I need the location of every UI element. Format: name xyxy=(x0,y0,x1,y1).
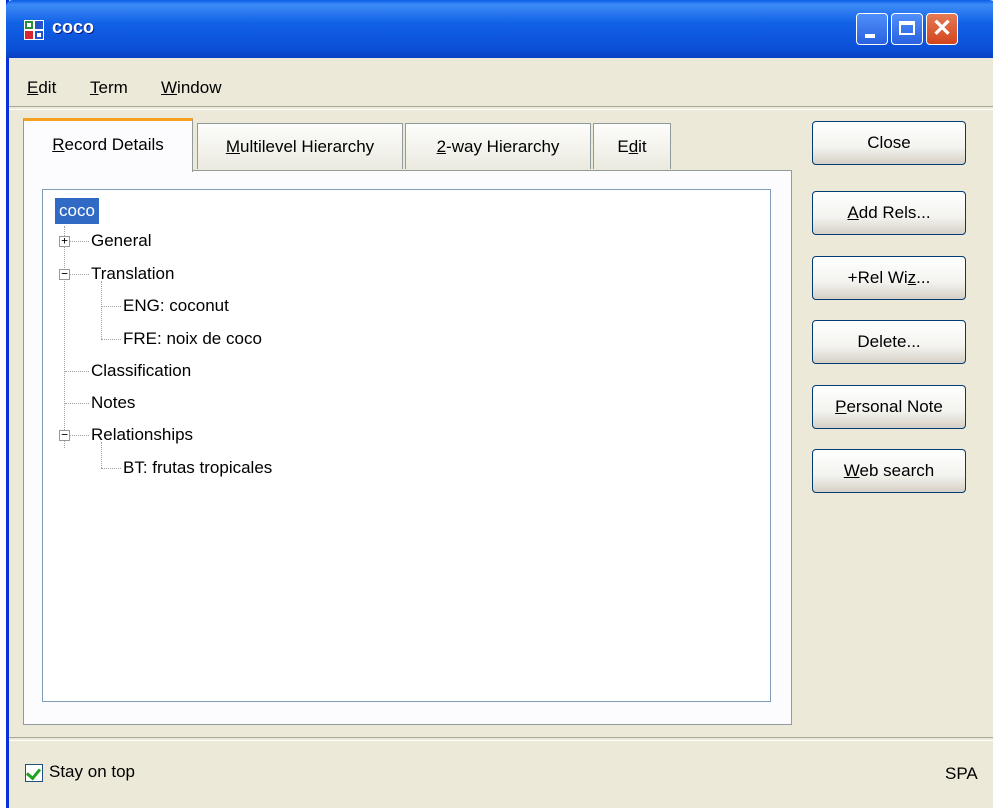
stay-on-top-label[interactable]: Stay on top xyxy=(49,762,135,782)
tree-line xyxy=(101,442,102,468)
menu-separator xyxy=(9,106,993,110)
collapse-icon[interactable]: − xyxy=(59,268,70,280)
rel-wizard-button[interactable]: +Rel Wiz... xyxy=(812,256,966,300)
tree-line xyxy=(65,403,89,404)
add-rels-button[interactable]: Add Rels... xyxy=(812,191,966,235)
tree-node-relationships[interactable]: Relationships xyxy=(91,425,193,445)
checkmark-icon xyxy=(25,764,42,781)
tab-edit[interactable]: Edit xyxy=(593,123,671,169)
delete-button[interactable]: Delete... xyxy=(812,320,966,364)
tree-node-translation[interactable]: Translation xyxy=(91,264,174,284)
collapse-icon[interactable]: − xyxy=(59,429,70,441)
application-window: coco ✕ Edit Term Window Record Details M… xyxy=(6,0,993,808)
tree-node-root[interactable]: coco xyxy=(55,198,99,224)
maximize-icon xyxy=(899,21,915,35)
tab-record-details[interactable]: Record Details xyxy=(23,118,193,172)
menu-bar: Edit Term Window xyxy=(9,72,993,102)
window-title: coco xyxy=(52,17,95,37)
tree-line xyxy=(101,339,121,340)
tab-multilevel-hierarchy[interactable]: Multilevel Hierarchy xyxy=(197,123,403,169)
close-button[interactable]: Close xyxy=(812,121,966,165)
tree-line xyxy=(101,468,121,469)
maximize-button[interactable] xyxy=(891,13,923,45)
record-tree[interactable]: coco + − − General Translation ENG: coco… xyxy=(42,189,771,702)
grid-app-icon xyxy=(24,20,44,40)
tree-node-relationship-bt[interactable]: BT: frutas tropicales xyxy=(123,458,272,478)
web-search-button[interactable]: Web search xyxy=(812,449,966,493)
tree-line xyxy=(64,226,65,448)
tree-node-general[interactable]: General xyxy=(91,231,151,251)
language-indicator: SPA xyxy=(945,764,978,783)
menu-term[interactable]: Term xyxy=(90,78,128,98)
tree-node-notes[interactable]: Notes xyxy=(91,393,135,413)
status-separator xyxy=(9,737,993,741)
tab-2-way-hierarchy[interactable]: 2-way Hierarchy xyxy=(405,123,591,169)
minimize-icon xyxy=(865,34,875,38)
expand-icon[interactable]: + xyxy=(59,235,70,247)
menu-window[interactable]: Window xyxy=(161,78,221,98)
tree-line xyxy=(101,306,121,307)
tree-node-classification[interactable]: Classification xyxy=(91,361,191,381)
title-bar[interactable]: coco ✕ xyxy=(6,0,993,58)
close-window-button[interactable]: ✕ xyxy=(926,13,958,45)
record-details-panel: coco + − − General Translation ENG: coco… xyxy=(23,170,792,725)
tree-node-translation-fre[interactable]: FRE: noix de coco xyxy=(123,329,262,349)
stay-on-top-checkbox[interactable] xyxy=(25,764,43,782)
close-icon: ✕ xyxy=(931,15,953,42)
tree-node-translation-eng[interactable]: ENG: coconut xyxy=(123,296,229,316)
minimize-button[interactable] xyxy=(856,13,888,45)
menu-edit[interactable]: Edit xyxy=(27,78,56,98)
tree-line xyxy=(101,281,102,339)
personal-note-button[interactable]: Personal Note xyxy=(812,385,966,429)
tree-line xyxy=(65,371,89,372)
